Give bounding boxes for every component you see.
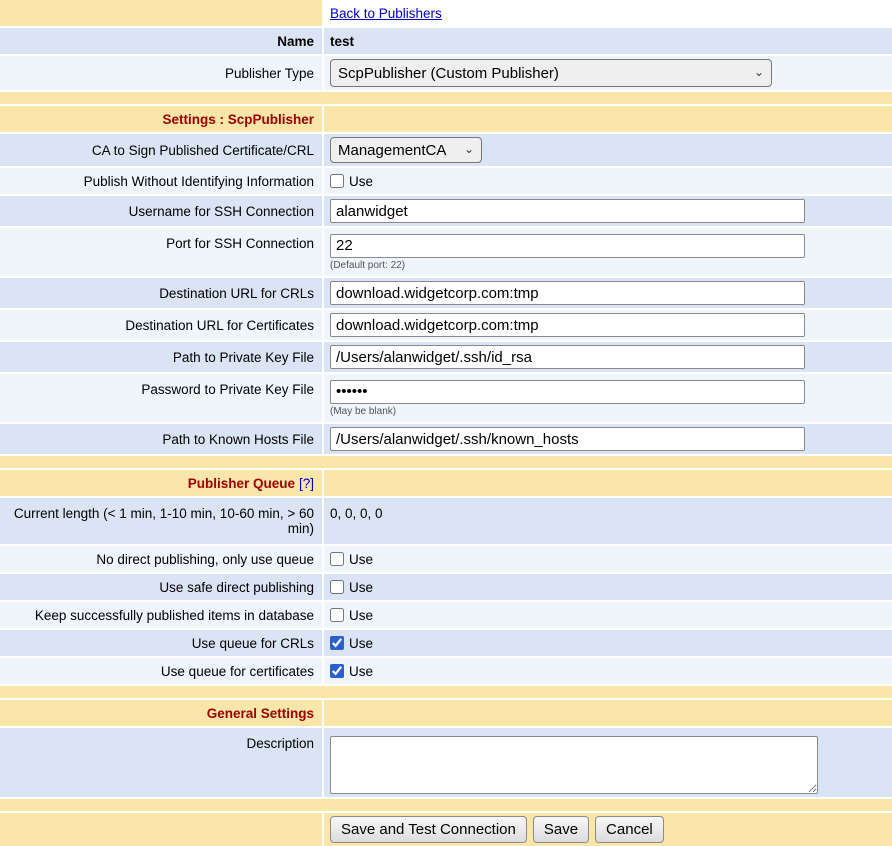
privkey-cell [324,342,892,372]
publisher-type-select-native[interactable]: ScpPublisher (Custom Publisher) [331,60,771,86]
ca-cell: ManagementCA ⌄ [324,134,892,166]
actions-left-spacer [0,813,322,846]
no-direct-label: No direct publishing, only use queue [0,546,322,572]
no-direct-checkbox[interactable] [330,552,344,566]
separator-band [0,799,892,811]
use-label: Use [349,552,373,567]
back-link-cell: Back to Publishers [324,0,892,26]
privkey-label: Path to Private Key File [0,342,322,372]
back-to-publishers-link[interactable]: Back to Publishers [330,6,442,21]
use-label: Use [349,580,373,595]
separator-band [0,92,892,104]
port-label: Port for SSH Connection [0,228,322,276]
queue-crls-cell: Use [324,630,892,656]
top-left-spacer [0,0,322,26]
queue-length-label: Current length (< 1 min, 1-10 min, 10-60… [0,498,322,544]
privkey-input[interactable] [330,345,805,369]
queue-help-link[interactable]: [?] [299,476,314,491]
cert-url-input[interactable] [330,313,805,337]
ca-label: CA to Sign Published Certificate/CRL [0,134,322,166]
port-cell: (Default port: 22) [324,228,892,276]
no-direct-cell: Use [324,546,892,572]
use-label: Use [349,608,373,623]
cert-url-label: Destination URL for Certificates [0,310,322,340]
password-label: Password to Private Key File [0,374,322,422]
knownhosts-label: Path to Known Hosts File [0,424,322,454]
cert-url-cell [324,310,892,340]
publisher-type-cell: ScpPublisher (Custom Publisher) ⌄ [324,56,892,90]
crl-url-cell [324,278,892,308]
anonymize-label: Publish Without Identifying Information [0,168,322,194]
description-cell [324,728,892,797]
use-label: Use [349,636,373,651]
queue-length-value: 0, 0, 0, 0 [324,498,892,544]
ca-select-native[interactable]: ManagementCA [331,138,481,162]
password-cell: (May be blank) [324,374,892,422]
port-note: (Default port: 22) [330,260,405,271]
crl-url-input[interactable] [330,281,805,305]
save-button[interactable]: Save [533,816,589,843]
queue-certs-checkbox[interactable] [330,664,344,678]
keep-items-label: Keep successfully published items in dat… [0,602,322,628]
actions-cell: Save and Test Connection Save Cancel [324,813,892,846]
safe-direct-label: Use safe direct publishing [0,574,322,600]
description-label: Description [0,728,322,797]
keep-items-checkbox[interactable] [330,608,344,622]
queue-certs-label: Use queue for certificates [0,658,322,684]
general-section-spacer [324,700,892,726]
knownhosts-input[interactable] [330,427,805,451]
username-label: Username for SSH Connection [0,196,322,226]
description-textarea[interactable] [330,736,818,794]
queue-crls-checkbox[interactable] [330,636,344,650]
name-value: test [324,28,892,54]
queue-certs-cell: Use [324,658,892,684]
use-label: Use [349,174,373,189]
separator-band [0,456,892,468]
password-input[interactable] [330,380,805,404]
use-label: Use [349,664,373,679]
queue-crls-label: Use queue for CRLs [0,630,322,656]
ca-select[interactable]: ManagementCA ⌄ [330,137,482,163]
safe-direct-checkbox[interactable] [330,580,344,594]
publisher-type-label: Publisher Type [0,56,322,90]
queue-section-title-cell: Publisher Queue [?] [0,470,322,496]
save-and-test-button[interactable]: Save and Test Connection [330,816,527,843]
publisher-type-select[interactable]: ScpPublisher (Custom Publisher) ⌄ [330,59,772,87]
edit-publisher-page: Back to Publishers Name test Publisher T… [0,0,892,846]
anonymize-cell: Use [324,168,892,194]
username-input[interactable] [330,199,805,223]
anonymize-checkbox[interactable] [330,174,344,188]
settings-section-spacer [324,106,892,132]
port-input[interactable] [330,234,805,258]
queue-section-title: Publisher Queue [188,476,295,491]
crl-url-label: Destination URL for CRLs [0,278,322,308]
keep-items-cell: Use [324,602,892,628]
general-section-title: General Settings [0,700,322,726]
password-note: (May be blank) [330,406,396,417]
username-cell [324,196,892,226]
name-label: Name [0,28,322,54]
knownhosts-cell [324,424,892,454]
separator-band [0,686,892,698]
safe-direct-cell: Use [324,574,892,600]
settings-section-title: Settings : ScpPublisher [0,106,322,132]
queue-section-spacer [324,470,892,496]
cancel-button[interactable]: Cancel [595,816,664,843]
